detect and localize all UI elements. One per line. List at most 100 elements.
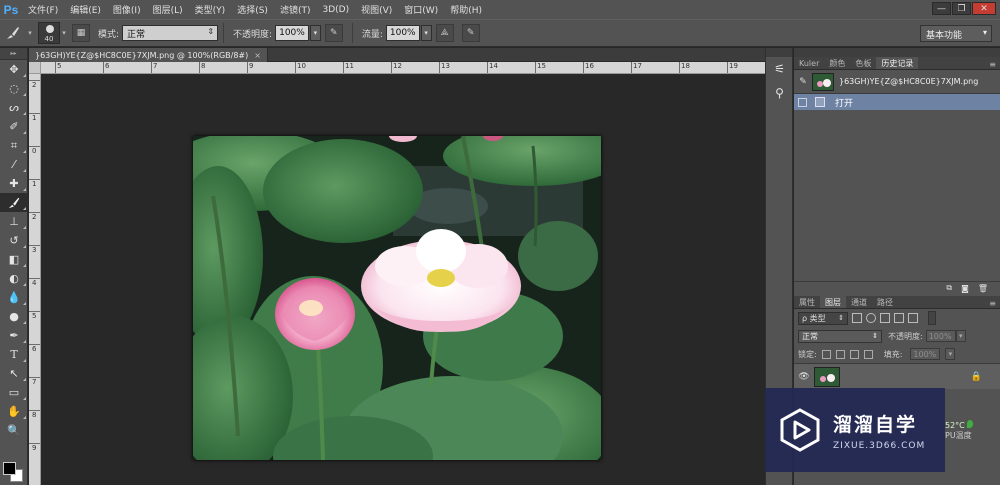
- lock-position-icon[interactable]: [849, 349, 859, 359]
- flow-input[interactable]: 100%: [385, 25, 420, 41]
- type-tool-icon[interactable]: T: [0, 345, 28, 364]
- vertical-ruler[interactable]: 2 1 0 1 2 3 4 5 6 7 8 9: [29, 74, 41, 485]
- dodge-tool-icon[interactable]: ●: [0, 307, 28, 326]
- lasso-tool-icon[interactable]: ᔕ: [0, 98, 28, 117]
- tab-color[interactable]: 颜色: [824, 57, 850, 69]
- blend-mode-select[interactable]: 正常 ⇕: [798, 329, 882, 343]
- restore-button[interactable]: ❐: [952, 2, 971, 15]
- tab-swatches[interactable]: 色板: [850, 57, 876, 69]
- tab-layers[interactable]: 图层: [820, 296, 846, 308]
- zoom-tool-icon[interactable]: 🔍: [0, 421, 28, 440]
- ruler-origin[interactable]: [29, 62, 41, 74]
- pressure-opacity-icon[interactable]: ✎: [324, 24, 343, 42]
- quick-select-tool-icon[interactable]: ✐: [0, 117, 28, 136]
- marquee-tool-icon[interactable]: ◌: [0, 79, 28, 98]
- menu-select[interactable]: 选择(S): [231, 3, 274, 16]
- create-snapshot-icon[interactable]: ◙: [961, 284, 969, 293]
- history-step[interactable]: 打开: [794, 94, 1000, 110]
- flow-dropdown[interactable]: ▾: [420, 25, 432, 41]
- ruler-tick-label: 16: [583, 62, 594, 73]
- menu-edit[interactable]: 编辑(E): [64, 3, 107, 16]
- history-snapshot[interactable]: ✎ }63GH)YE{Z@$HC8C0E}7XJM.png: [794, 70, 1000, 94]
- eye-icon[interactable]: 👁: [794, 372, 814, 382]
- foreground-color-swatch[interactable]: [3, 462, 16, 475]
- workspace-select[interactable]: 基本功能 ▾: [920, 25, 992, 42]
- path-selection-tool-icon[interactable]: ↖: [0, 364, 28, 383]
- eyedropper-tool-icon[interactable]: ⁄: [0, 155, 28, 174]
- pressure-size-icon[interactable]: ✎: [461, 24, 480, 42]
- clone-stamp-tool-icon[interactable]: ⊥: [0, 212, 28, 231]
- lock-transparent-icon[interactable]: [821, 349, 831, 359]
- menu-image[interactable]: 图像(I): [107, 3, 147, 16]
- lock-pixels-icon[interactable]: [835, 349, 845, 359]
- close-button[interactable]: ✕: [972, 2, 996, 15]
- smart-object-filter-icon[interactable]: [908, 313, 918, 323]
- healing-brush-tool-icon[interactable]: ✚: [0, 174, 28, 193]
- menu-view[interactable]: 视图(V): [355, 3, 398, 16]
- layer-opacity-input[interactable]: 100%: [925, 330, 956, 342]
- adjustment-filter-icon[interactable]: [866, 313, 876, 323]
- ruler-tick-label: 0: [29, 146, 40, 155]
- snapshot-name: }63GH)YE{Z@$HC8C0E}7XJM.png: [839, 77, 979, 86]
- actions-panel-icon[interactable]: ⚲: [766, 81, 793, 105]
- toolbar-collapse-icon[interactable]: ▸▸: [0, 48, 27, 60]
- blur-tool-icon[interactable]: 💧: [0, 288, 28, 307]
- paint-bucket-tool-icon[interactable]: ◐: [0, 269, 28, 288]
- minimize-button[interactable]: —: [932, 2, 951, 15]
- menu-3d[interactable]: 3D(D): [316, 5, 355, 15]
- pixel-filter-icon[interactable]: [852, 313, 862, 323]
- history-panel-footer: ⧉ ◙ 🗑: [794, 281, 1000, 294]
- panel-menu-icon[interactable]: ≡: [989, 60, 1000, 69]
- brush-size-picker[interactable]: 40: [38, 22, 60, 44]
- menu-window[interactable]: 窗口(W): [398, 3, 444, 16]
- tab-channels[interactable]: 通道: [846, 296, 872, 308]
- delete-state-icon[interactable]: 🗑: [978, 284, 988, 293]
- crop-tool-icon[interactable]: ⌗: [0, 136, 28, 155]
- history-source-checkbox[interactable]: [798, 97, 807, 107]
- opacity-input[interactable]: 100%: [275, 25, 309, 41]
- layer-opacity-dropdown[interactable]: ▾: [955, 330, 966, 342]
- document-tab[interactable]: }63GH)YE{Z@$HC8C0E}7XJM.png @ 100%(RGB/8…: [29, 48, 268, 62]
- history-source-brush-icon[interactable]: ✎: [794, 77, 812, 87]
- brush-panel-toggle-icon[interactable]: ▦: [72, 24, 90, 42]
- menu-file[interactable]: 文件(F): [22, 3, 64, 16]
- menu-filter[interactable]: 滤镜(T): [274, 3, 317, 16]
- layer-row[interactable]: 👁 🔒: [794, 363, 1000, 389]
- filter-toggle-switch[interactable]: [928, 311, 936, 325]
- tool-preset-dropdown[interactable]: ▾: [26, 22, 34, 44]
- brush-tool-icon[interactable]: [0, 193, 28, 212]
- history-brush-tool-icon[interactable]: ↺: [0, 231, 28, 250]
- menu-help[interactable]: 帮助(H): [444, 3, 488, 16]
- close-tab-icon[interactable]: ×: [254, 51, 261, 60]
- brush-tool-preset-icon[interactable]: [0, 22, 26, 44]
- fill-dropdown[interactable]: ▾: [945, 348, 956, 360]
- menu-type[interactable]: 类型(Y): [189, 3, 232, 16]
- panel-menu-icon[interactable]: ≡: [989, 299, 1000, 308]
- type-filter-icon[interactable]: [880, 313, 890, 323]
- tab-history[interactable]: 历史记录: [876, 57, 919, 69]
- mode-select[interactable]: 正常 ⇕: [122, 25, 219, 41]
- tab-kuler[interactable]: Kuler: [794, 57, 824, 69]
- strip-header: [766, 48, 792, 57]
- lock-all-icon[interactable]: [863, 349, 873, 359]
- horizontal-ruler[interactable]: 5 6 7 8 9 10 11 12 13 14 15 16 17 18 19: [41, 62, 765, 74]
- new-document-from-state-icon[interactable]: ⧉: [946, 283, 952, 293]
- tab-properties[interactable]: 属性: [794, 296, 820, 308]
- pen-tool-icon[interactable]: ✒: [0, 326, 28, 345]
- document-image[interactable]: [193, 136, 601, 460]
- color-swatches[interactable]: [3, 462, 25, 484]
- rectangle-tool-icon[interactable]: ▭: [0, 383, 28, 402]
- fill-input[interactable]: 100%: [910, 348, 941, 360]
- eraser-tool-icon[interactable]: ◧: [0, 250, 28, 269]
- history-panel-icon[interactable]: ⚟: [766, 57, 793, 81]
- hand-tool-icon[interactable]: ✋: [0, 402, 28, 421]
- menu-layer[interactable]: 图层(L): [147, 3, 189, 16]
- shape-filter-icon[interactable]: [894, 313, 904, 323]
- airbrush-icon[interactable]: ⟁: [435, 24, 454, 42]
- layer-thumbnail: [814, 366, 840, 387]
- tab-paths[interactable]: 路径: [872, 296, 898, 308]
- layer-kind-filter[interactable]: ρ 类型 ⇕: [798, 311, 848, 325]
- brush-picker-dropdown[interactable]: ▾: [60, 22, 68, 44]
- opacity-dropdown[interactable]: ▾: [309, 25, 321, 41]
- move-tool-icon[interactable]: ✥: [0, 60, 28, 79]
